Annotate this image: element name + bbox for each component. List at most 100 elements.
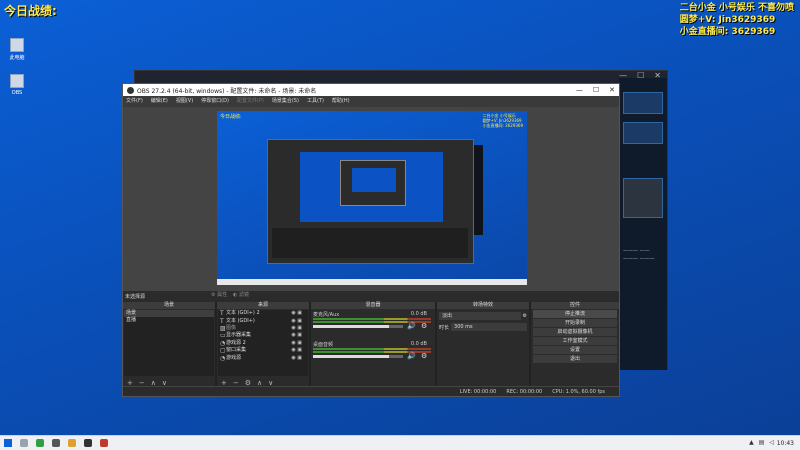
start-recording-button[interactable]: 开始录制 bbox=[533, 319, 617, 327]
source-item[interactable]: T 文本 (GDI+) 2 ◉ ▣ bbox=[218, 310, 308, 317]
filters-label: 滤镜 bbox=[239, 292, 250, 298]
overlay-info: 二台小金 小号娱乐 不喜勿喷 圆梦+V: Jin3629369 小金直播间: 3… bbox=[680, 2, 794, 38]
obs-window[interactable]: OBS 27.2.4 (64-bit, windows) - 配置文件: 未命名… bbox=[122, 83, 620, 397]
visibility-icon[interactable]: ◉ ▣ bbox=[291, 332, 302, 339]
tray-icon[interactable]: ▲ bbox=[749, 439, 754, 446]
maximize-button[interactable]: ☐ bbox=[593, 84, 599, 96]
visibility-icon[interactable]: ◉ ▣ bbox=[291, 318, 302, 325]
stop-streaming-button[interactable]: 停止推流 bbox=[533, 310, 617, 318]
visibility-icon[interactable]: ◉ ▣ bbox=[291, 310, 302, 317]
source-item[interactable]: ◔ 游戏源 2 ◉ ▣ bbox=[218, 340, 308, 347]
preview-area: 今日战绩: 二台小金 小号娱乐 圆梦+V: Jin3629369 小金直播间: … bbox=[123, 107, 619, 291]
volume-fill bbox=[313, 355, 389, 358]
speaker-icon[interactable]: 🔊 bbox=[407, 352, 416, 360]
track-db: 0.0 dB bbox=[410, 341, 427, 347]
volume-fill bbox=[313, 325, 389, 328]
visibility-icon[interactable]: ◉ ▣ bbox=[291, 325, 302, 332]
source-label: 游戏源 2 bbox=[226, 339, 246, 346]
side-chip bbox=[623, 122, 663, 144]
source-label: 游戏源 bbox=[226, 354, 242, 361]
gear-icon[interactable]: ⚙ bbox=[421, 322, 427, 330]
live-status: LIVE: 00:00:00 bbox=[459, 389, 497, 395]
minimize-button[interactable]: — bbox=[576, 84, 583, 96]
nested-docks bbox=[272, 228, 468, 258]
menu-scene-collection[interactable]: 场景集合(S) bbox=[272, 96, 299, 107]
preview-overlay-right: 二台小金 小号娱乐 圆梦+V: Jin3629369 小金直播间: 362936… bbox=[483, 113, 523, 128]
no-source-selected-label: 未选择源 bbox=[125, 294, 146, 300]
transitions-dock-title: 转场特效 bbox=[437, 302, 529, 309]
obs-icon bbox=[10, 74, 24, 88]
settings-button[interactable]: 设置 bbox=[533, 346, 617, 354]
overlay-stats-label: 今日战绩: bbox=[4, 4, 57, 18]
source-item[interactable]: ▭ 显示器采集 ◉ ▣ bbox=[218, 332, 308, 339]
sources-list: T 文本 (GDI+) 2 ◉ ▣ T 文本 (GDI+) ◉ ▣ ▨ 图像 ◉ ▣ ▭ 显示… bbox=[218, 310, 308, 376]
controls-dock-title: 控件 bbox=[531, 302, 619, 309]
gear-icon[interactable]: ⚙ bbox=[421, 352, 427, 360]
computer-icon bbox=[10, 38, 24, 52]
source-label: 显示器采集 bbox=[226, 332, 252, 339]
clock[interactable]: 10:43 bbox=[777, 438, 794, 449]
scenes-list: 场景 直播 bbox=[124, 310, 214, 376]
app-icon[interactable] bbox=[52, 439, 60, 447]
source-label: 文本 (GDI+) bbox=[226, 317, 255, 324]
duration-input[interactable]: 300 ms bbox=[451, 323, 527, 331]
scene-item[interactable]: 场景 bbox=[124, 310, 214, 317]
menu-help[interactable]: 帮助(H) bbox=[332, 96, 350, 107]
source-item[interactable]: T 文本 (GDI+) ◉ ▣ bbox=[218, 317, 308, 325]
background-window-titlebar: — ☐ ✕ bbox=[135, 71, 667, 83]
menu-edit[interactable]: 编辑(E) bbox=[151, 96, 168, 107]
side-avatar bbox=[623, 178, 663, 218]
volume-icon[interactable]: ◁ bbox=[769, 439, 774, 446]
preview-overlay-left: 今日战绩: bbox=[220, 114, 242, 120]
folder-icon[interactable] bbox=[68, 439, 76, 447]
volume-slider[interactable] bbox=[313, 355, 403, 358]
sources-dock: 来源 T 文本 (GDI+) 2 ◉ ▣ T 文本 (GDI+) ◉ ▣ ▨ 图像 ◉ ▣ … bbox=[217, 302, 309, 388]
gear-icon[interactable]: ⚙ bbox=[523, 313, 527, 319]
track-name: 桌面音频 bbox=[313, 342, 334, 348]
start-button[interactable] bbox=[4, 439, 12, 447]
exit-button[interactable]: 退出 bbox=[533, 355, 617, 363]
desktop-icon-label: OBS bbox=[11, 90, 23, 96]
menu-file[interactable]: 文件(F) bbox=[126, 96, 143, 107]
mixer-track: 桌面音频 0.0 dB 🔊 ⚙ bbox=[313, 341, 433, 369]
source-item[interactable]: ▢ 窗口采集 ◉ ▣ bbox=[218, 347, 308, 354]
desktop-icon-label: 此电脑 bbox=[9, 55, 25, 61]
visibility-icon[interactable]: ◉ ▣ bbox=[291, 355, 302, 362]
network-icon[interactable]: ▤ bbox=[759, 439, 765, 446]
nested-preview-2 bbox=[352, 168, 396, 192]
source-label: 文本 (GDI+) 2 bbox=[226, 310, 260, 317]
app-icon[interactable] bbox=[100, 439, 108, 447]
filters-button[interactable]: ◐ 滤镜 bbox=[233, 291, 249, 298]
visibility-icon[interactable]: ◉ ▣ bbox=[291, 347, 302, 354]
transition-select[interactable]: 淡出 bbox=[439, 312, 521, 320]
menu-profile[interactable]: 配置文件(P) bbox=[237, 96, 264, 107]
visibility-icon[interactable]: ◉ ▣ bbox=[291, 340, 302, 347]
track-name: 麦克风/Aux bbox=[313, 312, 340, 318]
studio-mode-button[interactable]: 工作室模式 bbox=[533, 337, 617, 345]
desktop-icon-obs[interactable]: OBS bbox=[2, 74, 32, 96]
volume-slider[interactable] bbox=[313, 325, 403, 328]
virtual-camera-button[interactable]: 启动虚拟摄像机 bbox=[533, 328, 617, 336]
preview-taskbar bbox=[217, 279, 527, 285]
search-icon[interactable] bbox=[20, 439, 28, 447]
menu-tools[interactable]: 工具(T) bbox=[307, 96, 324, 107]
source-label: 图像 bbox=[226, 324, 237, 331]
status-bar: LIVE: 00:00:00 REC: 00:00:00 CPU: 1.0%, … bbox=[123, 386, 619, 396]
duration-label: 时长 bbox=[439, 324, 450, 331]
properties-button[interactable]: ⚙ 属性 bbox=[211, 291, 227, 298]
app-icon[interactable] bbox=[36, 439, 44, 447]
speaker-icon[interactable]: 🔊 bbox=[407, 322, 416, 330]
nested-obs-window bbox=[267, 139, 474, 264]
source-item[interactable]: ◔ 游戏源 ◉ ▣ bbox=[218, 354, 308, 362]
properties-label: 属性 bbox=[217, 292, 228, 298]
desktop-icon-computer[interactable]: 此电脑 bbox=[2, 38, 32, 61]
scene-item[interactable]: 直播 bbox=[124, 317, 214, 324]
obs-icon[interactable] bbox=[84, 439, 92, 447]
menu-docks[interactable]: 停靠窗口(D) bbox=[201, 96, 229, 107]
close-button[interactable]: ✕ bbox=[609, 84, 615, 96]
menu-view[interactable]: 视图(V) bbox=[176, 96, 193, 107]
preview-canvas[interactable]: 今日战绩: 二台小金 小号娱乐 圆梦+V: Jin3629369 小金直播间: … bbox=[217, 111, 527, 285]
docks-row: 场景 场景 直播 + − ∧ ∨ 来源 T 文本 (GDI+) 2 ◉ ▣ T 文本 … bbox=[123, 302, 619, 388]
scenes-dock-title: 场景 bbox=[123, 302, 215, 309]
mixer-dock-title: 混音器 bbox=[311, 302, 435, 309]
